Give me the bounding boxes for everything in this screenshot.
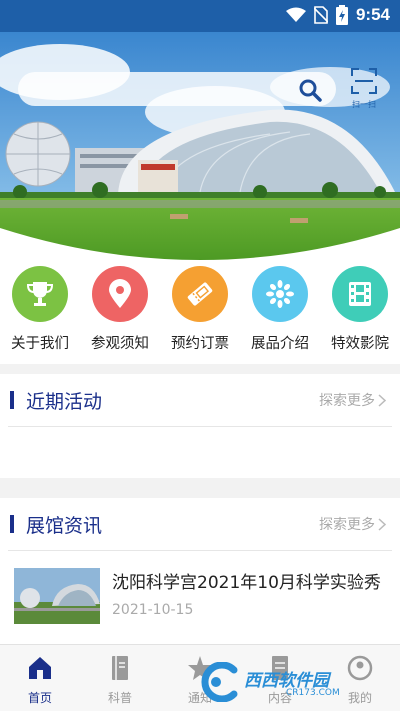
film-icon: [349, 282, 371, 306]
science-museum-photo: [0, 32, 400, 260]
quick-nav-booking[interactable]: 预约订票: [160, 266, 240, 353]
wifi-icon: [285, 7, 306, 22]
about-circle: [12, 266, 68, 322]
quick-nav: 关于我们 参观须知 预约订票 展品介绍 特效影院: [0, 260, 400, 364]
visit-notice-circle: [92, 266, 148, 322]
activities-more-link[interactable]: 探索更多: [319, 390, 386, 410]
activities-title: 近期活动: [26, 391, 103, 413]
hall-news-card: 展馆资讯 探索更多: [0, 498, 400, 560]
search-bar[interactable]: [18, 72, 336, 106]
status-bar: 9:54: [0, 0, 400, 32]
chevron-right-icon: [378, 517, 386, 531]
ticket-icon: [187, 282, 213, 306]
status-icons: 9:54: [285, 5, 390, 25]
activities-card: 近期活动 探索更多: [0, 374, 400, 478]
trophy-icon: [26, 282, 54, 306]
hall-news-title: 展馆资讯: [26, 515, 103, 537]
search-icon[interactable]: [298, 78, 322, 102]
status-time: 9:54: [355, 5, 390, 24]
news-thumbnail-image: [14, 568, 100, 624]
quick-nav-label: 预约订票: [171, 336, 229, 352]
divider: [8, 550, 392, 551]
section-bar: [10, 515, 14, 533]
booking-circle: [172, 266, 228, 322]
section-bar: [10, 391, 14, 409]
hero-banner[interactable]: 扫一扫: [0, 32, 400, 260]
tab-home[interactable]: 首页: [0, 655, 80, 706]
site-watermark: 西西软件园 CR173.COM: [190, 662, 382, 702]
book-icon: [112, 656, 128, 680]
activities-header: 近期活动 探索更多: [0, 374, 400, 426]
quick-nav-label: 特效影院: [331, 336, 389, 352]
news-title: 沈阳科学宫2021年10月科学实验秀: [112, 573, 381, 593]
quick-nav-label: 关于我们: [11, 336, 69, 352]
flower-icon: [266, 280, 294, 308]
quick-nav-exhibits[interactable]: 展品介绍: [240, 266, 320, 353]
home-icon: [29, 657, 51, 679]
quick-nav-about[interactable]: 关于我们: [0, 266, 80, 353]
news-list-item[interactable]: 沈阳科学宫2021年10月科学实验秀 2021-10-15: [0, 560, 400, 644]
exhibits-circle: [252, 266, 308, 322]
quick-nav-label: 展品介绍: [251, 336, 309, 352]
quick-nav-visit-notice[interactable]: 参观须知: [80, 266, 160, 353]
quick-nav-cinema[interactable]: 特效影院: [320, 266, 400, 353]
news-date: 2021-10-15: [112, 602, 194, 618]
watermark-logo: [201, 662, 238, 702]
tab-science[interactable]: 科普: [80, 655, 160, 706]
more-label: 探索更多: [319, 517, 375, 533]
news-thumbnail: [14, 568, 100, 624]
battery-icon: [335, 5, 348, 25]
tab-label: 科普: [107, 691, 132, 705]
scan-button[interactable]: 扫一扫: [346, 68, 382, 109]
tab-label: 首页: [27, 691, 52, 705]
hall-news-header: 展馆资讯 探索更多: [0, 498, 400, 550]
cinema-circle: [332, 266, 388, 322]
divider: [8, 426, 392, 427]
location-pin-icon: [109, 279, 131, 308]
more-label: 探索更多: [319, 393, 375, 409]
scan-icon: [351, 68, 377, 94]
quick-nav-label: 参观须知: [91, 336, 149, 352]
hall-news-more-link[interactable]: 探索更多: [319, 514, 386, 534]
scan-label: 扫一扫: [352, 100, 376, 109]
chevron-right-icon: [378, 393, 386, 407]
watermark-sub: CR173.COM: [286, 688, 340, 698]
no-sim-icon: [313, 6, 328, 24]
